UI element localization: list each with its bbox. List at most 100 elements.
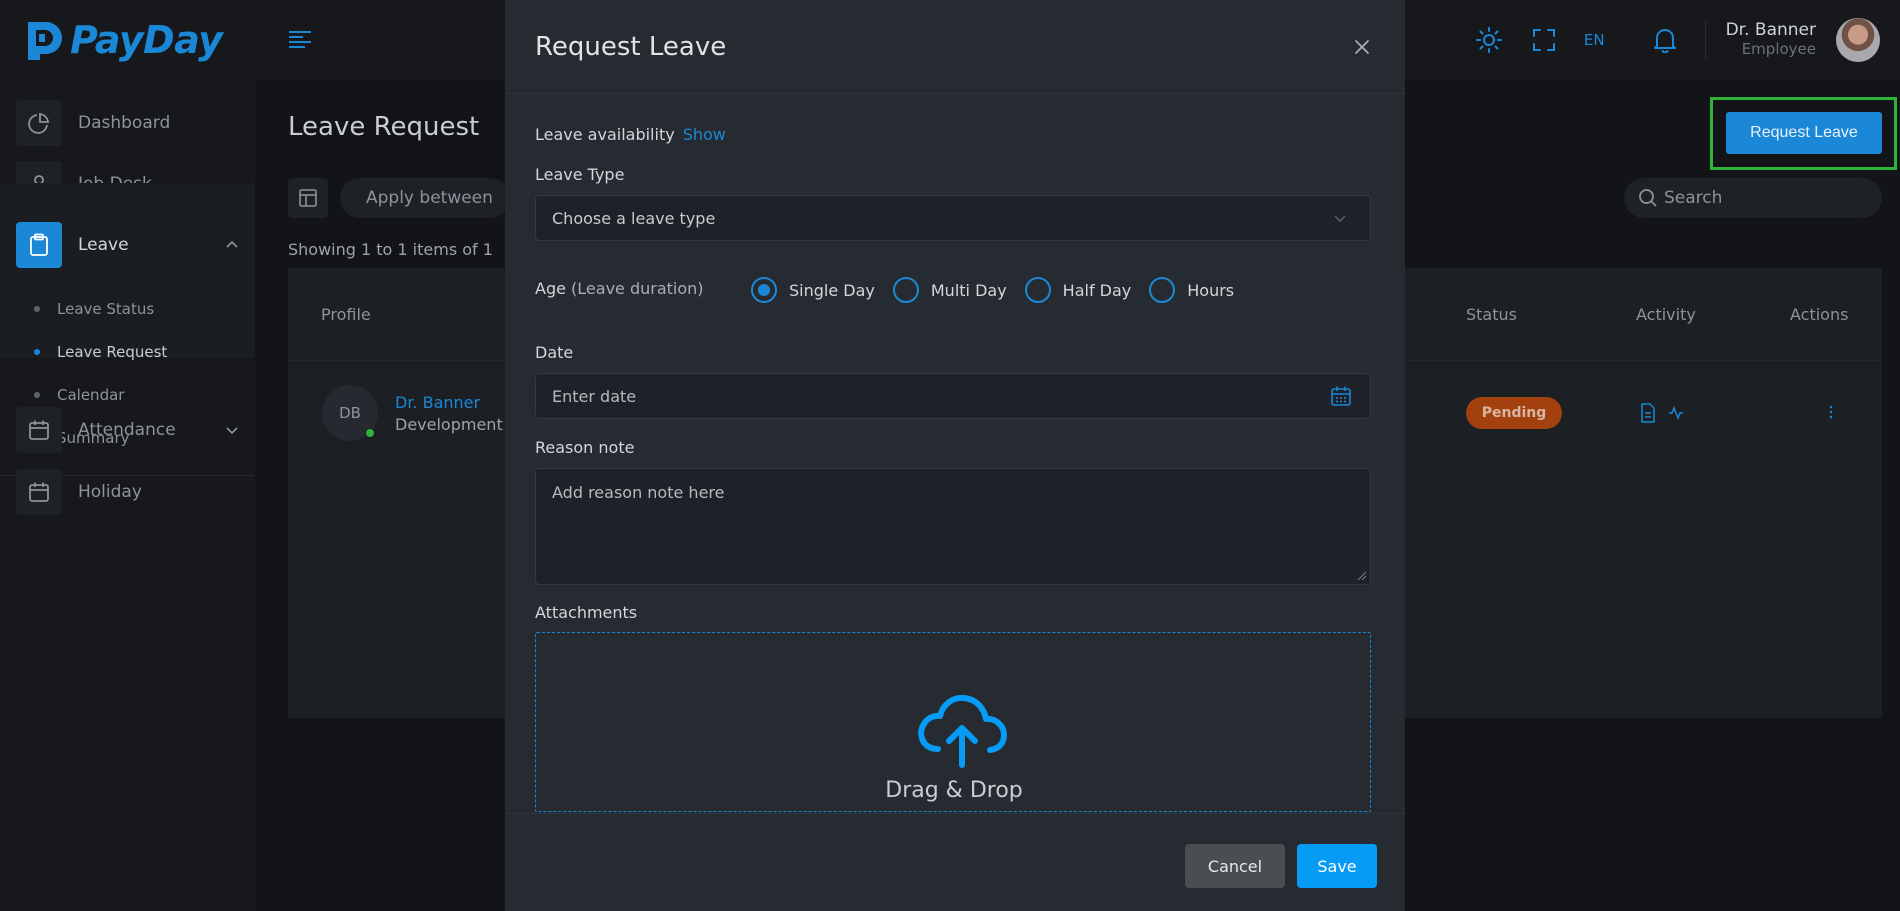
search-placeholder: Search [1664,188,1723,208]
sidebar: Dashboard Job Desk Leave Leave Status Le… [0,80,255,911]
layout-icon [299,189,317,207]
chevron-down-icon [1334,215,1346,222]
sidebar-item-dashboard[interactable]: Dashboard [16,100,239,146]
sidebar-subitem-label: Leave Request [57,343,168,361]
request-leave-button[interactable]: Request Leave [1726,112,1882,154]
request-leave-modal: Request Leave Leave availability Show Lea… [505,0,1405,911]
radio-selected-dot [758,284,770,296]
brand-name: PayDay [70,18,223,62]
modal-footer: Cancel Save [505,813,1405,911]
fullscreen-icon [1532,29,1555,51]
menu-lines-icon[interactable] [288,28,314,50]
payday-logo-icon [28,22,62,60]
date-label: Date [535,343,574,362]
search-input[interactable]: Search [1624,178,1882,218]
attachments-label: Attachments [535,603,638,622]
document-icon[interactable] [1640,403,1656,423]
employee-department: Development [395,415,503,434]
pagination-summary: Showing 1 to 1 items of 1 [288,240,493,259]
calendar-icon [29,482,49,502]
bullet-dot [34,392,40,398]
calendar-icon[interactable] [1330,385,1352,407]
sidebar-item-label: Attendance [78,420,176,440]
radio-hours[interactable]: Hours [1149,277,1234,303]
activity-icon[interactable] [1668,405,1684,421]
column-header-profile[interactable]: Profile [321,305,371,324]
resize-handle-icon[interactable] [1357,571,1367,581]
modal-title: Request Leave [535,32,727,62]
column-header-status[interactable]: Status [1466,305,1517,324]
leave-type-label: Leave Type [535,165,625,184]
leave-duration-radio-group: Single Day Multi Day Half Day Hours [751,277,1252,303]
date-filter-button[interactable]: Apply between [340,178,510,218]
radio-label: Single Day [789,280,875,300]
status-badge: Pending [1466,397,1562,429]
leave-availability-label: Leave availability [535,125,675,144]
reason-placeholder: Add reason note here [552,483,725,502]
page-title: Leave Request [288,112,480,142]
layout-toggle-button[interactable] [288,178,328,218]
sidebar-subitem-calendar[interactable]: Calendar [34,386,124,404]
sidebar-item-label: Leave [78,235,129,255]
topbar-divider [1704,20,1706,60]
sidebar-active-group [0,183,255,358]
column-header-actions[interactable]: Actions [1790,305,1848,324]
search-icon [1639,189,1657,207]
online-status-dot [365,428,375,438]
age-hint: (Leave duration) [571,279,704,298]
bullet-dot [34,306,40,312]
bullet-dot [34,349,40,355]
employee-name-link[interactable]: Dr. Banner [395,393,480,412]
sidebar-subitem-leave-request[interactable]: Leave Request [34,343,167,361]
date-input[interactable]: Enter date [535,373,1371,419]
language-selector[interactable]: EN [1584,31,1605,49]
sidebar-item-label: Holiday [78,482,142,502]
leave-type-select[interactable]: Choose a leave type [535,195,1371,241]
chevron-up-icon [226,240,238,248]
clipboard-icon [30,233,48,256]
radio-label: Multi Day [930,280,1007,300]
column-header-activity[interactable]: Activity [1636,305,1696,324]
sidebar-subitem-leave-status[interactable]: Leave Status [34,300,154,318]
modal-header: Request Leave [505,0,1405,94]
bell-icon [1653,29,1676,53]
user-name: Dr. Banner [1725,20,1816,40]
fullscreen-button[interactable] [1529,25,1559,55]
cancel-button[interactable]: Cancel [1185,844,1285,888]
user-role: Employee [1741,40,1816,58]
save-button[interactable]: Save [1297,844,1377,888]
theme-toggle-button[interactable] [1474,25,1504,55]
leave-availability-row: Leave availability Show [535,125,726,144]
sun-icon [1475,27,1502,53]
brand-logo[interactable]: PayDay [26,18,223,62]
leave-duration-label: Age (Leave duration) [535,279,704,298]
age-label: Age [535,279,566,298]
notifications-button[interactable] [1650,25,1680,55]
reason-note-label: Reason note [535,438,635,457]
leave-type-value: Choose a leave type [552,208,716,228]
sidebar-item-leave[interactable]: Leave [16,222,239,268]
pie-chart-icon [28,112,50,134]
sidebar-item-attendance[interactable]: Attendance [16,407,239,453]
sidebar-subitem-label: Calendar [57,386,125,404]
reason-note-textarea[interactable]: Add reason note here [535,468,1371,585]
attachment-dropzone[interactable]: Drag & Drop [535,632,1371,812]
date-placeholder: Enter date [552,386,637,406]
radio-label: Half Day [1062,280,1132,300]
show-availability-link[interactable]: Show [683,125,726,144]
radio-multi-day[interactable]: Multi Day [892,277,1007,303]
cloud-upload-icon [918,694,1007,768]
dropzone-text: Drag & Drop [885,778,1023,803]
sidebar-item-label: Dashboard [78,113,171,133]
sidebar-item-holiday[interactable]: Holiday [16,469,239,515]
user-menu[interactable]: Dr. Banner Employee [1726,18,1880,62]
radio-single-day[interactable]: Single Day [751,277,875,303]
avatar[interactable] [1836,18,1880,62]
sidebar-subitem-label: Leave Status [57,300,155,318]
more-vertical-icon[interactable] [1828,404,1834,420]
radio-half-day[interactable]: Half Day [1024,277,1132,303]
chevron-down-icon [226,427,238,435]
radio-label: Hours [1187,280,1235,300]
calendar-icon [29,420,49,440]
close-icon[interactable] [1351,36,1373,58]
